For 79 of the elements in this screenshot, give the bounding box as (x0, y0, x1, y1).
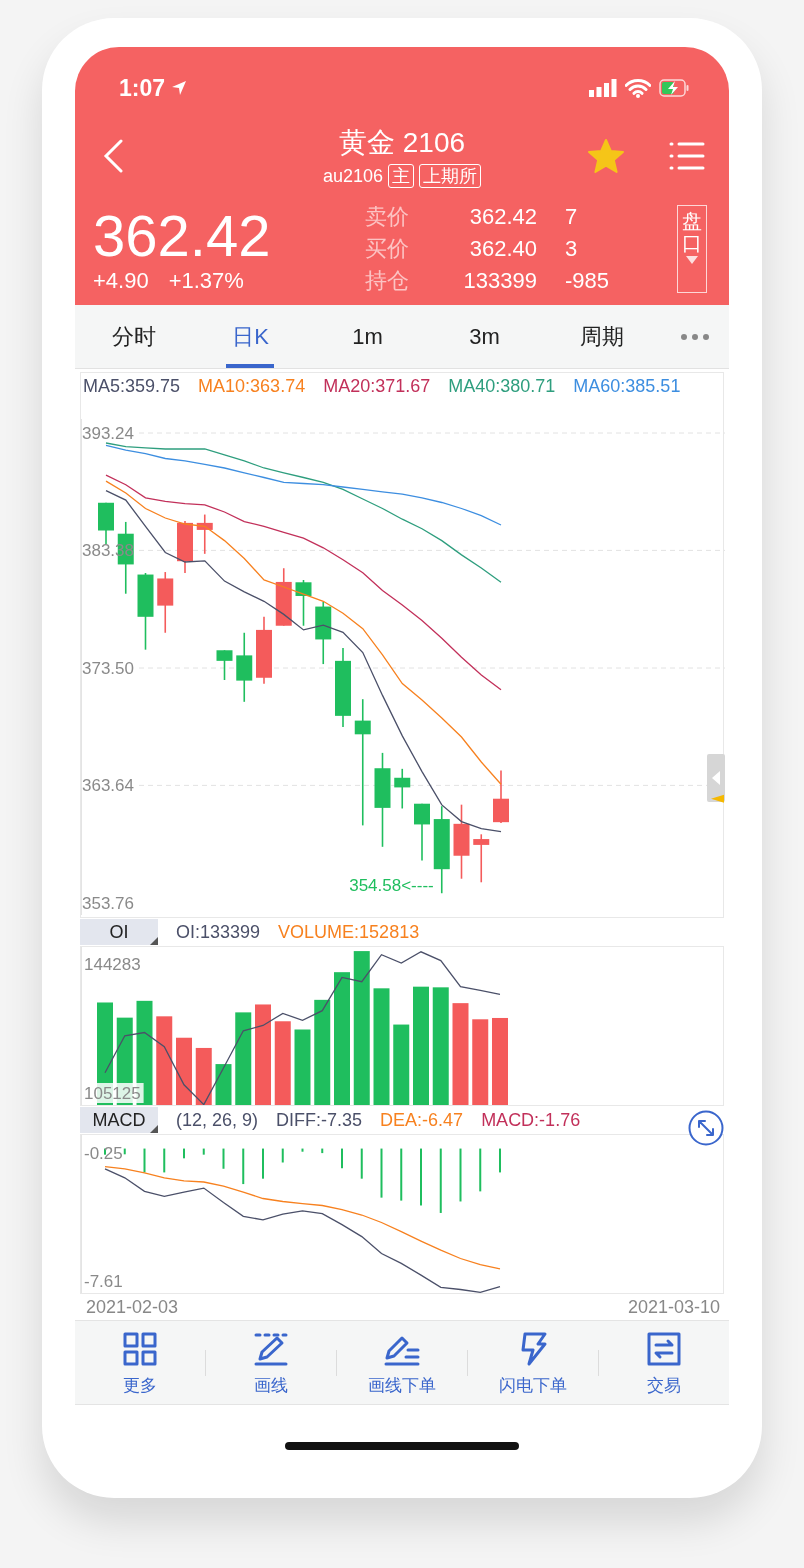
candlestick (414, 802, 430, 862)
candlestick (216, 649, 233, 681)
candlestick (177, 520, 193, 574)
quote-quantity: 7 (564, 203, 579, 231)
price-marker-icon (711, 794, 724, 803)
last-price: 362.42 (93, 204, 272, 268)
legend-label: MA5:359.75 (83, 375, 181, 398)
indicator-selector[interactable]: OI (80, 919, 158, 945)
candlestick (236, 631, 253, 703)
axis-label: 144283 (84, 955, 141, 974)
side-tab[interactable] (707, 754, 725, 802)
end-date: 2021-03-10 (627, 1296, 720, 1318)
legend-label: MA60:385.51 (573, 375, 681, 398)
order-book-button[interactable]: 盘口 (677, 205, 707, 293)
low-price-label: 354.58<---- (349, 876, 434, 896)
more-icon[interactable] (679, 332, 710, 341)
quote-label: 卖价 (365, 203, 410, 231)
price-change: +4.90 (93, 268, 149, 294)
legend-label: OI:133399 (176, 921, 261, 943)
axis-label: -0.25 (84, 1143, 123, 1163)
candlestick (196, 513, 213, 555)
quote-quantity: -985 (564, 267, 611, 295)
candlestick (256, 616, 272, 685)
candlestick (493, 769, 509, 824)
quote-label: 持仓 (365, 267, 410, 295)
axis-label: 373.50 (82, 659, 134, 678)
battery-charging-icon (659, 79, 689, 97)
axis-label: 353.76 (82, 894, 134, 913)
legend-label: VOLUME:152813 (278, 921, 420, 943)
legend-label: MA20:371.67 (323, 375, 431, 398)
percent-change: +1.37% (168, 268, 244, 294)
period-tab[interactable]: 分时 (75, 305, 192, 368)
instrument-title: 黄金 2106 (338, 126, 466, 160)
legend-label: DIFF:-7.35 (276, 1109, 363, 1131)
candlestick (295, 579, 312, 627)
quote-value: 133399 (462, 267, 537, 295)
dropdown-triangle-icon (686, 256, 698, 264)
quote-value: 362.42 (468, 203, 537, 231)
corner-triangle-icon (150, 937, 158, 945)
toolbar-button[interactable]: 画线下单 (337, 1328, 467, 1397)
signal-icon (589, 79, 617, 97)
quote-value: 362.40 (468, 235, 537, 263)
indicator-params: (12, 26, 9) (176, 1109, 259, 1131)
wifi-icon (625, 78, 651, 98)
toolbar-button[interactable]: 更多 (75, 1328, 205, 1397)
status-time: 1:07 (119, 74, 166, 102)
start-date: 2021-02-03 (86, 1296, 179, 1318)
swap-icon (647, 1332, 681, 1366)
indicator-selector[interactable]: MACD (80, 1107, 158, 1133)
tag: 主 (388, 164, 415, 188)
legend-label: MA10:363.74 (198, 375, 306, 398)
grid-icon (123, 1332, 157, 1366)
candlestick (394, 768, 411, 810)
candlestick (275, 567, 292, 627)
axis-label: 105125 (84, 1084, 141, 1103)
axis-label: -7.61 (84, 1272, 123, 1291)
quote-label: 买价 (365, 235, 410, 263)
toolbar-button[interactable]: 闪电下单 (468, 1328, 598, 1397)
period-tab[interactable]: 周期 (543, 305, 660, 368)
period-tab[interactable]: 3m (426, 305, 543, 368)
pencil-icon (254, 1332, 288, 1366)
axis-label: 363.64 (82, 776, 134, 796)
legend-label: MA40:380.71 (448, 375, 556, 398)
quote-quantity: 3 (564, 235, 579, 263)
toolbar-button[interactable]: 画线 (206, 1328, 336, 1397)
candlestick (157, 571, 174, 634)
legend-label: MACD:-1.76 (481, 1109, 581, 1131)
period-tab[interactable]: 日K (192, 305, 309, 368)
period-tab[interactable]: 1m (309, 305, 426, 368)
location-arrow-icon (171, 80, 188, 96)
toolbar-button[interactable]: 交易 (599, 1328, 729, 1397)
candlestick (473, 833, 490, 884)
axis-label: 393.24 (82, 424, 134, 443)
corner-triangle-icon (150, 1125, 158, 1133)
tag: 上期所 (419, 164, 482, 188)
candlestick (98, 501, 114, 545)
candlestick (315, 601, 332, 665)
symbol-code: au2106 (322, 165, 384, 187)
legend-label: DEA:-6.47 (380, 1109, 464, 1131)
